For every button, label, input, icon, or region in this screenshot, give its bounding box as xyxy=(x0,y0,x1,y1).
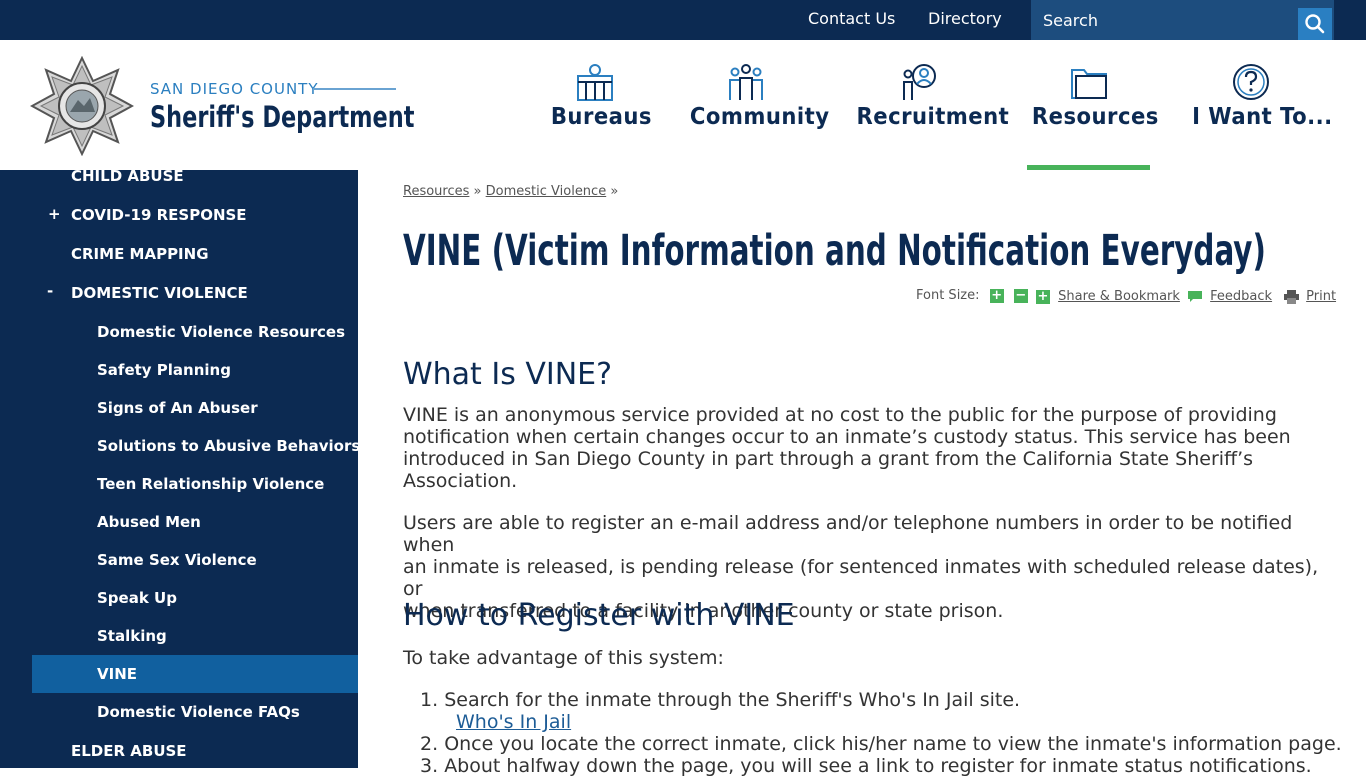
sidebar-item-signs-of-an-abuser[interactable]: Signs of An Abuser xyxy=(97,399,258,417)
collapse-toggle[interactable]: - xyxy=(47,282,53,300)
step-item: 2. Once you locate the correct inmate, c… xyxy=(420,733,1342,755)
recruit-search-icon xyxy=(903,64,936,100)
sidebar-item-teen-relationship-violence[interactable]: Teen Relationship Violence xyxy=(97,475,324,493)
nav-active-indicator xyxy=(1027,165,1150,170)
nav-label: Recruitment xyxy=(856,104,1010,130)
paragraph-line: VINE is an anonymous service provided at… xyxy=(403,404,1277,426)
print-tool[interactable]: Print xyxy=(1284,289,1336,304)
step-link-row: Who's In Jail xyxy=(456,711,571,733)
site-header: SAN DIEGO COUNTY Sheriff's Department Bu… xyxy=(0,40,1366,170)
sidebar-item-speak-up[interactable]: Speak Up xyxy=(97,589,177,607)
sidebar-item-abused-men[interactable]: Abused Men xyxy=(97,513,201,531)
sidebar-item-domestic-violence-faqs[interactable]: Domestic Violence FAQs xyxy=(97,703,300,721)
sidebar-item-solutions-to-abusive-behaviors[interactable]: Solutions to Abusive Behaviors xyxy=(97,437,360,455)
nav-resources[interactable]: Resources xyxy=(1027,40,1159,170)
sidebar-nav: CHILD ABUSE + COVID-19 RESPONSE CRIME MA… xyxy=(0,167,360,768)
breadcrumb-resources-link[interactable]: Resources xyxy=(403,184,469,199)
search-box xyxy=(1031,0,1334,40)
share-bookmark-tool[interactable]: + Share & Bookmark xyxy=(1036,289,1180,304)
printer-icon xyxy=(1284,289,1299,304)
nav-label: Community xyxy=(689,104,830,130)
page-title: VINE (Victim Information and Notificatio… xyxy=(403,226,1266,276)
sidebar-item-vine[interactable]: VINE xyxy=(97,665,137,683)
building-badge-icon xyxy=(577,64,613,101)
nav-label: Bureaus xyxy=(550,104,652,130)
nav-label: I Want To... xyxy=(1192,104,1333,130)
feedback-link[interactable]: Feedback xyxy=(1210,289,1272,304)
breadcrumb-domestic-violence-link[interactable]: Domestic Violence xyxy=(486,184,607,199)
section-heading-how-to-register: How to Register with VINE xyxy=(403,598,795,633)
font-decrease-button[interactable]: − xyxy=(1013,288,1028,303)
section-heading-what-is-vine: What Is VINE? xyxy=(403,357,613,392)
paragraph-line: Association. xyxy=(403,470,518,492)
font-increase-button[interactable]: + xyxy=(989,288,1004,303)
contact-us-link[interactable]: Contact Us xyxy=(808,0,895,40)
nav-i-want-to[interactable]: I Want To... xyxy=(1187,40,1333,170)
logo-county-text: SAN DIEGO COUNTY xyxy=(150,80,319,98)
plus-square-icon: + xyxy=(1036,288,1050,304)
sidebar-item-crime-mapping[interactable]: CRIME MAPPING xyxy=(71,245,209,263)
paragraph-line: introduced in San Diego County in part t… xyxy=(403,448,1254,470)
expand-toggle[interactable]: + xyxy=(48,205,61,223)
sidebar-item-domestic-violence[interactable]: DOMESTIC VIOLENCE xyxy=(71,284,248,302)
step-number: 2. xyxy=(420,733,439,755)
breadcrumb: Resources » Domestic Violence » xyxy=(403,184,618,199)
paragraph-vine-description: VINE is an anonymous service provided at… xyxy=(403,404,1343,492)
top-utility-bar: Contact Us Directory xyxy=(0,0,1366,40)
font-size-control: Font Size: + − xyxy=(916,288,1028,303)
intro-text: To take advantage of this system: xyxy=(403,647,724,669)
sidebar-active-highlight xyxy=(32,655,358,693)
breadcrumb-separator: » xyxy=(610,184,619,199)
nav-recruitment[interactable]: Recruitment xyxy=(851,40,1010,170)
font-size-label: Font Size: xyxy=(916,288,980,303)
sidebar-item-same-sex-violence[interactable]: Same Sex Violence xyxy=(97,551,257,569)
whos-in-jail-link[interactable]: Who's In Jail xyxy=(456,711,571,733)
sheriff-star-badge-logo[interactable] xyxy=(30,56,134,156)
people-group-icon xyxy=(729,64,763,100)
search-button[interactable] xyxy=(1298,8,1332,40)
nav-community[interactable]: Community xyxy=(685,40,830,170)
logo-divider xyxy=(313,88,396,90)
step-text: Once you locate the correct inmate, clic… xyxy=(444,733,1342,755)
nav-bureaus[interactable]: Bureaus xyxy=(547,40,652,170)
sidebar-item-stalking[interactable]: Stalking xyxy=(97,627,167,645)
step-text: About halfway down the page, you will se… xyxy=(444,755,1312,777)
paragraph-line: notification when certain changes occur … xyxy=(403,426,1291,448)
breadcrumb-separator: » xyxy=(473,184,482,199)
step-text: Search for the inmate through the Sherif… xyxy=(444,689,1021,711)
sidebar-item-elder-abuse[interactable]: ELDER ABUSE xyxy=(71,742,187,760)
nav-label: Resources xyxy=(1031,104,1159,130)
chat-bubble-icon xyxy=(1188,291,1202,302)
step-item: 1. Search for the inmate through the She… xyxy=(420,689,1020,711)
sidebar-item-safety-planning[interactable]: Safety Planning xyxy=(97,361,231,379)
logo-department-text[interactable]: Sheriff's Department xyxy=(150,100,414,134)
folder-icon xyxy=(1070,69,1107,99)
feedback-tool[interactable]: Feedback xyxy=(1187,289,1272,304)
step-number: 1. xyxy=(420,689,439,711)
directory-link[interactable]: Directory xyxy=(928,0,1002,40)
sidebar-item-child-abuse[interactable]: CHILD ABUSE xyxy=(71,167,184,185)
share-bookmark-link[interactable]: Share & Bookmark xyxy=(1058,289,1180,304)
step-number: 3. xyxy=(420,755,439,777)
sidebar-item-domestic-violence-resources[interactable]: Domestic Violence Resources xyxy=(97,323,345,341)
search-icon xyxy=(1305,14,1325,34)
search-input[interactable] xyxy=(1031,0,1291,40)
sidebar-item-covid-19-response[interactable]: COVID-19 RESPONSE xyxy=(71,206,247,224)
paragraph-line: Users are able to register an e-mail add… xyxy=(403,512,1293,556)
question-circle-icon xyxy=(1233,64,1269,100)
print-link[interactable]: Print xyxy=(1306,289,1336,304)
paragraph-line: an inmate is released, is pending releas… xyxy=(403,556,1319,600)
step-item: 3. About halfway down the page, you will… xyxy=(420,755,1312,777)
